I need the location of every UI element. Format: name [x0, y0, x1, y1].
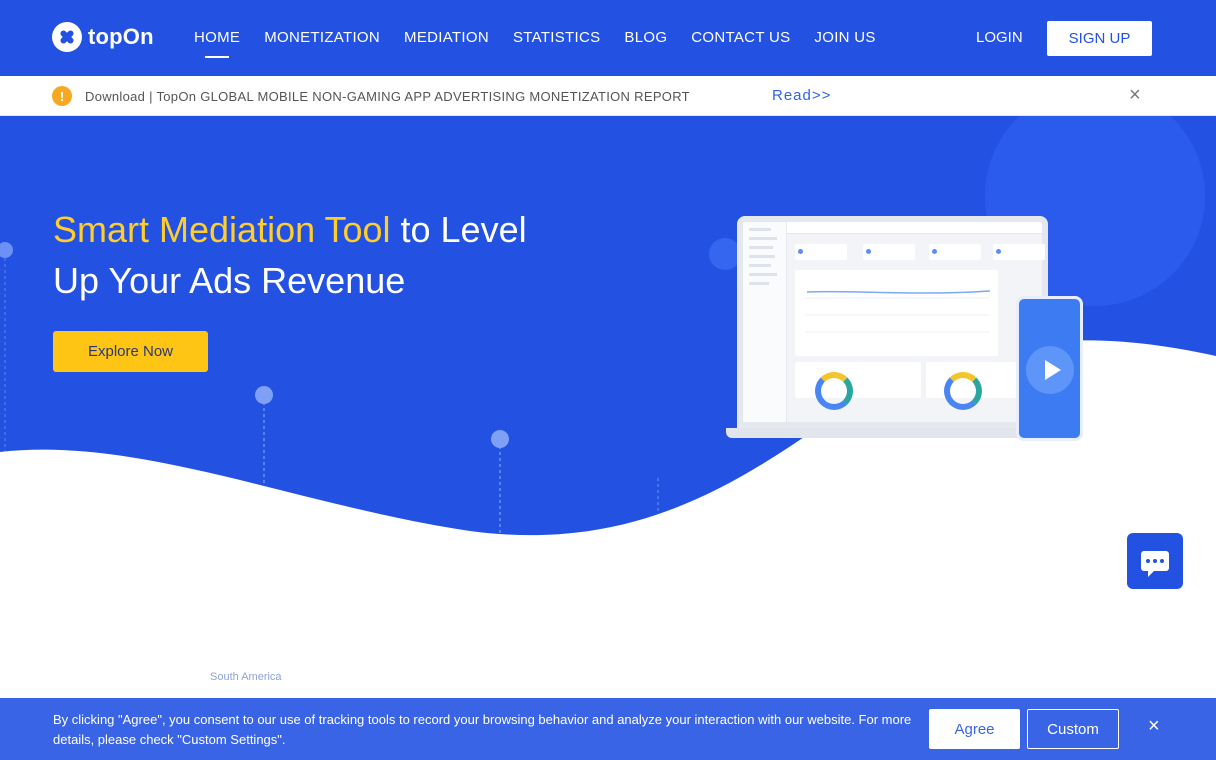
announcement-bar: ! Download | TopOn GLOBAL MOBILE NON-GAM… — [0, 76, 1216, 116]
dashboard-laptop-illustration — [737, 216, 1048, 428]
close-icon[interactable]: × — [1129, 84, 1141, 107]
hero-title: Smart Mediation Tool to Level Up Your Ad… — [53, 204, 527, 306]
nav-item-blog[interactable]: BLOG — [624, 29, 667, 46]
logo-icon — [52, 22, 82, 52]
chat-button[interactable] — [1127, 533, 1183, 589]
nav-item-mediation[interactable]: MEDIATION — [404, 29, 489, 46]
dashboard-topbar-illustration — [787, 222, 1042, 234]
chat-icon — [1141, 551, 1169, 577]
main-nav: HOME MONETIZATION MEDIATION STATISTICS B… — [194, 29, 876, 58]
close-icon[interactable]: × — [1148, 715, 1160, 738]
warning-icon: ! — [52, 86, 72, 106]
stat-card-illustration — [993, 244, 1045, 260]
stat-card-illustration — [795, 244, 847, 260]
donut-chart-illustration — [815, 372, 853, 410]
donut-chart-illustration — [944, 372, 982, 410]
dashboard-sidebar-illustration — [743, 222, 787, 422]
explore-now-button[interactable]: Explore Now — [53, 331, 208, 372]
logo-text: topOn — [88, 24, 154, 49]
cookie-consent-text: By clicking "Agree", you consent to our … — [53, 712, 912, 747]
stat-card-illustration — [863, 244, 915, 260]
announcement-text: Download | TopOn GLOBAL MOBILE NON-GAMIN… — [85, 89, 690, 104]
nav-item-monetization[interactable]: MONETIZATION — [264, 29, 380, 46]
top-header: topOn HOME MONETIZATION MEDIATION STATIS… — [0, 0, 1216, 76]
agree-button[interactable]: Agree — [929, 709, 1020, 749]
hero-title-line-2: Up Your Ads Revenue — [53, 260, 406, 301]
nav-item-home[interactable]: HOME — [194, 29, 240, 58]
signup-button[interactable]: SIGN UP — [1047, 21, 1152, 56]
hero-section: Smart Mediation Tool to Level Up Your Ad… — [0, 116, 1216, 576]
hero-title-highlight: Smart Mediation Tool — [53, 209, 391, 250]
laptop-base-illustration — [726, 428, 1056, 438]
line-chart-panel-illustration — [795, 270, 998, 356]
donut-panel-illustration — [795, 362, 921, 410]
cookie-consent-bar: By clicking "Agree", you consent to our … — [0, 698, 1216, 760]
nav-item-join-us[interactable]: JOIN US — [814, 29, 875, 46]
play-icon[interactable] — [1026, 346, 1074, 394]
hero-title-rest: to Level — [390, 209, 527, 250]
custom-settings-button[interactable]: Custom — [1027, 709, 1119, 749]
map-region-label: South America — [210, 671, 282, 683]
logo[interactable]: topOn — [52, 22, 154, 52]
announcement-read-link[interactable]: Read>> — [772, 87, 831, 104]
login-link[interactable]: LOGIN — [976, 29, 1023, 46]
stat-card-illustration — [929, 244, 981, 260]
nav-item-statistics[interactable]: STATISTICS — [513, 29, 600, 46]
nav-item-contact-us[interactable]: CONTACT US — [691, 29, 790, 46]
